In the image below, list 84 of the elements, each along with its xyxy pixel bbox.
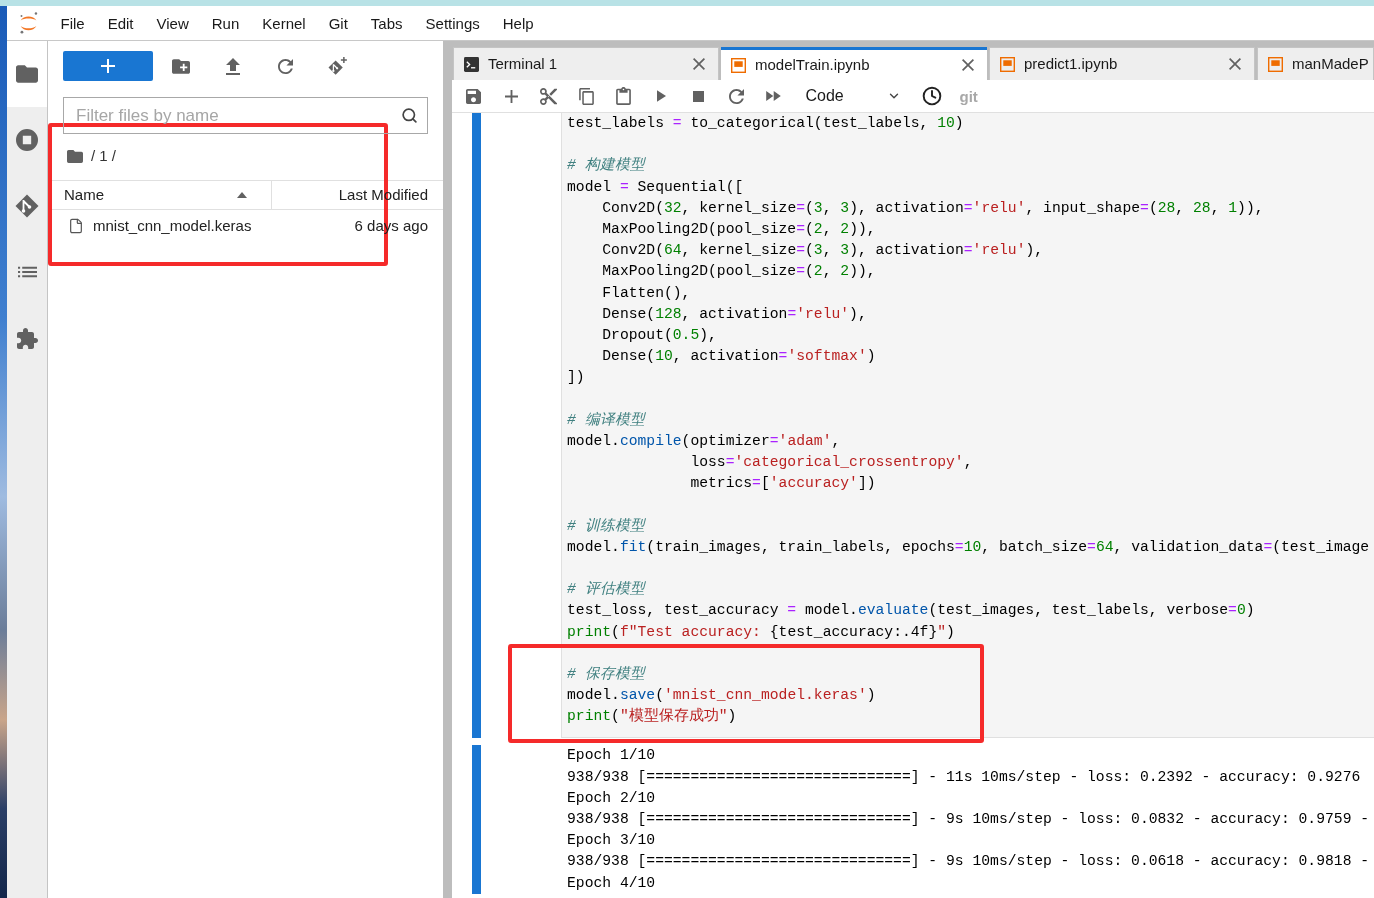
refresh-icon[interactable] [277, 58, 293, 74]
code-line: Conv2D(32, kernel_size=(3, 3), activation='relu', input_shape=(28, 28, 1)), [601, 198, 1264, 218]
folder-plus-icon[interactable] [172, 58, 190, 74]
code-line: test_labels = to_categorical(test_labels, 10) [567, 114, 964, 133]
tab[interactable]: Terminal 1 [453, 47, 719, 80]
play-icon[interactable] [656, 90, 666, 102]
menu-item[interactable]: Help [491, 9, 546, 37]
code-editor[interactable] [561, 113, 1374, 739]
copy-icon[interactable] [578, 87, 594, 105]
plus-icon [101, 59, 115, 73]
menu-item[interactable]: Git [317, 9, 360, 37]
menu-item[interactable]: File [49, 9, 97, 37]
code-line: MaxPooling2D(pool_size=(2, 2)), [601, 262, 876, 282]
notebook-icon [1268, 56, 1283, 72]
new-launcher-button[interactable] [63, 51, 153, 81]
code-line: Dropout(0.5), [601, 325, 717, 345]
close-icon[interactable] [962, 59, 974, 71]
folder-icon [16, 65, 38, 83]
breadcrumb-path[interactable]: / 1 / [91, 144, 116, 168]
active-cell-bar[interactable] [472, 745, 481, 894]
stop-icon[interactable] [693, 90, 705, 102]
code-line: model.fit(train_images, train_labels, epochs=10, batch_size=64, validation_data=(test_image [567, 537, 1370, 557]
scissors-icon[interactable] [540, 87, 558, 105]
code-line: Conv2D(64, kernel_size=(3, 3), activation='relu'), [601, 241, 1044, 261]
output-line: Epoch 4/10 [567, 873, 656, 893]
close-icon[interactable] [1229, 58, 1241, 70]
code-line: # 编译模型 [567, 410, 645, 430]
tab[interactable]: predict1.ipynb [989, 47, 1255, 80]
clock-icon[interactable] [921, 86, 942, 106]
save-icon[interactable] [466, 88, 482, 104]
git-icon [15, 194, 39, 218]
code-line: model.compile(optimizer='adam', [567, 431, 841, 451]
tab[interactable]: modelTrain.ipynb [721, 47, 987, 80]
output-line: Epoch 1/10 [567, 746, 656, 766]
notebook-icon [1000, 56, 1015, 72]
code-line: metrics=['accuracy']) [689, 474, 876, 494]
refresh-icon[interactable] [728, 88, 744, 104]
tab[interactable]: manMadeP [1257, 47, 1374, 80]
paste-icon[interactable] [616, 87, 632, 105]
sidebar-tab[interactable] [7, 41, 47, 107]
menu-item[interactable]: Settings [414, 9, 492, 37]
output-line: 938/938 [==============================] - 9s 10ms/step - loss: 0.0618 - accuracy: 0.9818 - [567, 852, 1370, 872]
menu-item[interactable]: Tabs [359, 9, 415, 37]
code-line: Flatten(), [601, 283, 691, 303]
close-icon[interactable] [693, 58, 705, 70]
active-cell-bar[interactable] [472, 113, 481, 739]
code-line: print(f"Test accuracy: {test_accuracy:.4f}") [567, 622, 955, 642]
fast-forward-icon[interactable] [766, 91, 782, 101]
upload-icon[interactable] [226, 57, 240, 75]
code-line: MaxPooling2D(pool_size=(2, 2)), [601, 219, 876, 239]
code-line: # 训练模型 [567, 516, 645, 536]
menu-item[interactable]: Run [200, 9, 251, 37]
code-line: test_loss, test_accuracy = model.evaluate(test_images, test_labels, verbose=0) [567, 601, 1255, 621]
menu-item[interactable]: Edit [96, 9, 146, 37]
code-line: model.save('mnist_cnn_model.keras') [567, 686, 876, 706]
menu-item[interactable]: View [145, 9, 201, 37]
menu-item[interactable]: Kernel [250, 9, 318, 37]
code-line: Dense(10, activation='softmax') [601, 347, 876, 367]
file-name: mnist_cnn_model.keras [93, 215, 252, 236]
code-line: loss='categorical_crossentropy', [689, 453, 973, 472]
code-line: # 评估模型 [567, 580, 645, 600]
list-icon [17, 266, 37, 278]
output-line: 938/938 [==============================] - 11s 10ms/step - loss: 0.2392 - accuracy: 0.9276 [567, 767, 1361, 787]
folder-icon[interactable] [67, 149, 83, 163]
code-line: model = Sequential([ [567, 177, 744, 197]
output-line: Epoch 2/10 [567, 788, 656, 808]
notebook-icon [731, 57, 746, 73]
search-icon[interactable] [401, 107, 418, 124]
git-plus-icon[interactable] [327, 57, 347, 75]
code-line: Dense(128, activation='relu'), [601, 304, 867, 324]
code-line: # 构建模型 [567, 156, 645, 176]
cell-type-dropdown[interactable]: Code [799, 83, 905, 109]
terminal-icon [464, 56, 479, 72]
code-line: print("模型保存成功") [567, 706, 737, 727]
filter-input[interactable]: Filter files by name [63, 97, 428, 134]
sort-caret-icon[interactable] [237, 192, 247, 198]
plus-icon[interactable] [504, 89, 518, 103]
output-line: 938/938 [==============================] - 9s 10ms/step - loss: 0.0832 - accuracy: 0.9759 - [567, 810, 1370, 829]
code-line: ]) [567, 368, 585, 388]
file-icon [68, 217, 84, 235]
code-line: # 保存模型 [567, 664, 645, 684]
output-line: Epoch 3/10 [567, 831, 656, 851]
puzzle-icon [16, 327, 38, 349]
column-header[interactable]: Name [48, 181, 272, 209]
